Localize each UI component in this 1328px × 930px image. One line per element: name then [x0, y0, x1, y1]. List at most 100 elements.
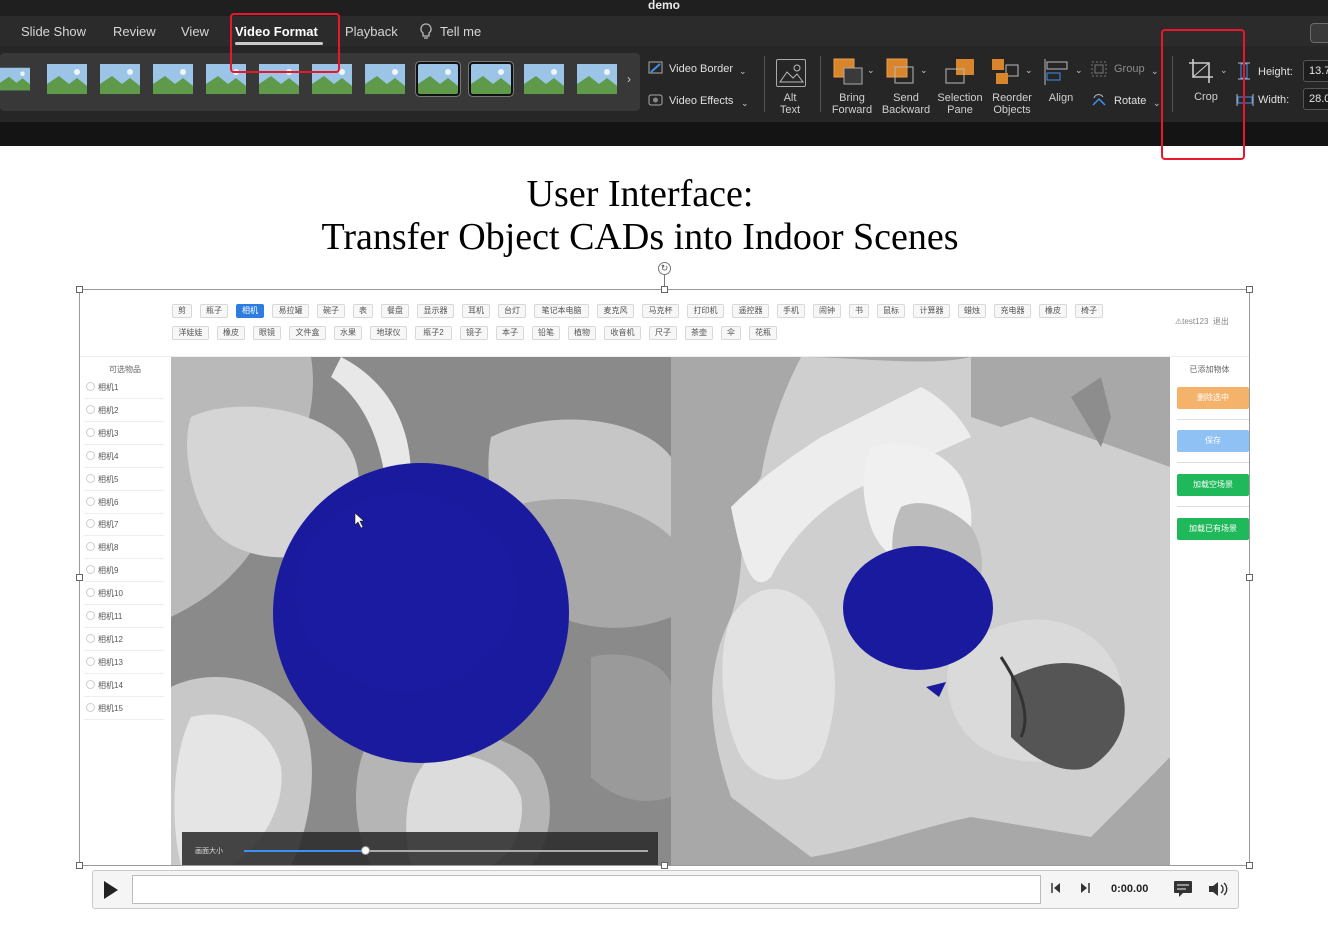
gallery-more-arrow-icon[interactable]: ›	[627, 72, 631, 86]
chevron-down-icon[interactable]: ⌄	[1153, 98, 1161, 109]
category-chip[interactable]: 易拉罐	[272, 304, 309, 318]
category-chip[interactable]: 植物	[568, 326, 596, 340]
list-item[interactable]: 相机14	[84, 675, 164, 697]
load-empty-scene-button[interactable]: 加载空场景	[1177, 474, 1249, 496]
category-chip[interactable]: 地球仪	[370, 326, 407, 340]
align-button[interactable]: Align	[1042, 92, 1080, 104]
resize-handle[interactable]	[661, 286, 668, 293]
scene-view-overview[interactable]	[671, 357, 1170, 865]
rotate-handle-icon[interactable]: ↻	[658, 262, 671, 275]
resize-handle[interactable]	[76, 286, 83, 293]
category-chip[interactable]: 花瓶	[749, 326, 777, 340]
category-chip[interactable]: 麦克风	[597, 304, 634, 318]
chevron-down-icon[interactable]: ⌄	[920, 65, 928, 76]
category-chip[interactable]: 洋娃娃	[172, 326, 209, 340]
list-item[interactable]: 相机4	[84, 446, 164, 468]
chevron-down-icon[interactable]: ⌄	[867, 65, 875, 76]
video-style-thumbnail[interactable]	[577, 64, 617, 94]
play-icon[interactable]	[104, 881, 118, 899]
radio-icon[interactable]	[86, 473, 95, 483]
category-chip[interactable]: 耳机	[462, 304, 490, 318]
radio-icon[interactable]	[86, 656, 95, 666]
bring-forward-button[interactable]: Bring Forward	[829, 92, 875, 116]
scene-view-closeup[interactable]	[171, 357, 671, 865]
category-chip[interactable]: 相机	[236, 304, 264, 318]
list-item[interactable]: 相机3	[84, 423, 164, 445]
tell-me-search[interactable]: Tell me	[440, 24, 481, 39]
video-style-thumbnail[interactable]	[47, 64, 87, 94]
video-style-thumbnail[interactable]	[100, 64, 140, 94]
chevron-down-icon[interactable]: ⌄	[741, 98, 749, 109]
tab-review[interactable]: Review	[113, 24, 156, 39]
load-existing-scene-button[interactable]: 加载已有场景	[1177, 518, 1249, 540]
category-chip[interactable]: 书	[849, 304, 869, 318]
radio-icon[interactable]	[86, 565, 95, 575]
category-chip[interactable]: 台灯	[498, 304, 526, 318]
list-item[interactable]: 相机6	[84, 492, 164, 514]
category-chip[interactable]: 遥控器	[732, 304, 769, 318]
category-chip[interactable]: 收音机	[604, 326, 641, 340]
category-chip[interactable]: 餐盘	[381, 304, 409, 318]
list-item[interactable]: 相机13	[84, 652, 164, 674]
category-chip[interactable]: 水果	[334, 326, 362, 340]
radio-icon[interactable]	[86, 382, 95, 391]
share-icon[interactable]	[1310, 23, 1328, 43]
tab-playback[interactable]: Playback	[345, 24, 398, 39]
captions-icon[interactable]	[1173, 880, 1193, 903]
category-chip[interactable]: 鼠标	[877, 304, 905, 318]
chevron-down-icon[interactable]: ⌄	[739, 66, 747, 77]
category-chip[interactable]: 文件盒	[289, 326, 326, 340]
category-chip[interactable]: 蜡烛	[958, 304, 986, 318]
category-chip[interactable]: 尺子	[649, 326, 677, 340]
radio-icon[interactable]	[86, 427, 95, 437]
step-forward-icon[interactable]	[1079, 881, 1091, 898]
video-style-thumbnail[interactable]	[153, 64, 193, 94]
list-item[interactable]: 相机8	[84, 537, 164, 560]
radio-icon[interactable]	[86, 611, 95, 620]
video-style-thumbnail[interactable]	[469, 62, 513, 96]
list-item[interactable]: 相机10	[84, 583, 164, 606]
category-chip[interactable]: 瓶子2	[415, 326, 452, 340]
category-chip[interactable]: 本子	[496, 326, 524, 340]
rotate-button[interactable]: Rotate	[1114, 95, 1146, 107]
category-chip[interactable]: 计算器	[913, 304, 950, 318]
group-button[interactable]: Group	[1114, 63, 1145, 75]
volume-icon[interactable]	[1207, 880, 1229, 903]
selection-pane-button[interactable]: Selection Pane	[934, 92, 986, 116]
video-effects-button[interactable]: Video Effects	[669, 95, 733, 107]
resize-handle[interactable]	[76, 574, 83, 581]
media-scrub-bar[interactable]	[132, 875, 1041, 904]
category-chip[interactable]: 铅笔	[532, 326, 560, 340]
tab-slide-show[interactable]: Slide Show	[21, 24, 86, 39]
radio-icon[interactable]	[86, 519, 95, 529]
category-chip[interactable]: 马克杯	[642, 304, 679, 318]
list-item[interactable]: 相机7	[84, 514, 164, 537]
chevron-down-icon[interactable]: ⌄	[1151, 66, 1159, 77]
category-chip[interactable]: 茶壶	[685, 326, 713, 340]
category-chip[interactable]: 橡皮	[217, 326, 245, 340]
category-chip[interactable]: 瓶子	[200, 304, 228, 318]
category-chip[interactable]: 碗子	[317, 304, 345, 318]
radio-icon[interactable]	[86, 542, 95, 552]
radio-icon[interactable]	[86, 496, 95, 506]
radio-icon[interactable]	[86, 633, 95, 643]
step-back-icon[interactable]	[1050, 881, 1062, 898]
delete-selected-button[interactable]: 删除选中	[1177, 387, 1249, 409]
category-chip[interactable]: 橡皮	[1039, 304, 1067, 318]
list-item[interactable]: 相机1	[84, 377, 164, 399]
list-item[interactable]: 相机2	[84, 400, 164, 422]
height-input[interactable]: 13.7	[1303, 60, 1328, 82]
radio-icon[interactable]	[86, 588, 95, 598]
category-chip[interactable]: 眼镜	[253, 326, 281, 340]
category-chip[interactable]: 伞	[721, 326, 741, 340]
resize-handle[interactable]	[1246, 862, 1253, 869]
video-border-button[interactable]: Video Border	[669, 63, 733, 75]
logout-link[interactable]: 退出	[1213, 317, 1229, 326]
chevron-down-icon[interactable]: ⌄	[1025, 65, 1033, 76]
category-chip[interactable]: 打印机	[687, 304, 724, 318]
list-item[interactable]: 相机15	[84, 698, 164, 720]
alt-text-button[interactable]: Alt Text	[772, 92, 808, 116]
category-chip[interactable]: 剪	[172, 304, 192, 318]
send-backward-button[interactable]: Send Backward	[879, 92, 933, 116]
video-style-thumbnail[interactable]	[0, 64, 30, 94]
